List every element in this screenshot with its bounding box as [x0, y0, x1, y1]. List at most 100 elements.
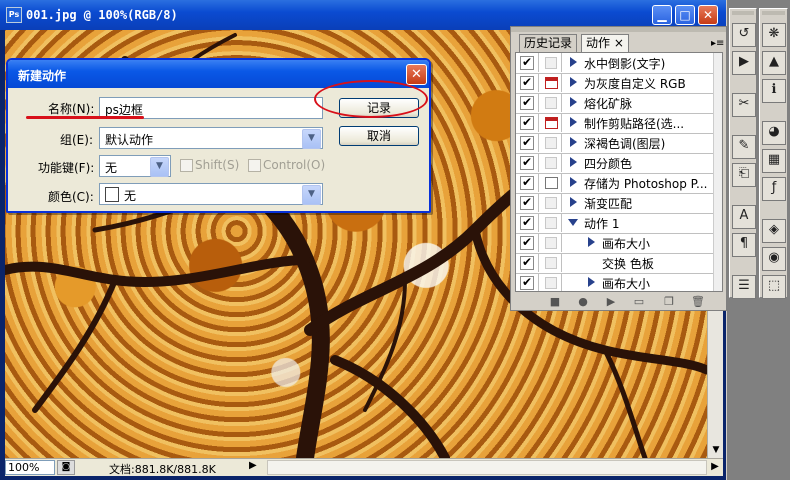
- brushes-palette-icon[interactable]: ✎: [732, 135, 756, 159]
- dialog-toggle-cell[interactable]: [539, 93, 562, 112]
- triangle-right-icon[interactable]: [570, 177, 577, 187]
- dialog-toggle-empty-icon[interactable]: [545, 257, 557, 269]
- toggle-cell[interactable]: ✔: [516, 273, 539, 291]
- maximize-button[interactable]: □: [675, 5, 695, 25]
- color-select[interactable]: 无 ▼: [99, 183, 323, 205]
- panel-menu-icon[interactable]: ▸≡: [711, 38, 724, 49]
- scroll-right-arrow-icon[interactable]: ▶: [707, 460, 723, 475]
- tab-actions[interactable]: 动作 ×: [581, 34, 629, 52]
- action-row[interactable]: ✔ 为灰度自定义 RGB: [516, 73, 722, 94]
- play-icon[interactable]: ▶: [605, 296, 617, 308]
- toggle-cell[interactable]: ✔: [516, 53, 539, 72]
- dialog-toggle-icon[interactable]: [545, 117, 558, 129]
- action-row[interactable]: ✔ 渐变匹配: [516, 193, 722, 214]
- tool-presets-icon[interactable]: ✂: [732, 93, 756, 117]
- action-row[interactable]: ✔ 深褐色调(图层): [516, 133, 722, 154]
- triangle-right-icon[interactable]: [570, 117, 577, 127]
- actions-list-scrollbar[interactable]: [713, 53, 722, 291]
- dialog-toggle-icon[interactable]: [545, 77, 558, 89]
- check-icon[interactable]: ✔: [520, 116, 534, 130]
- styles-icon[interactable]: ƒ: [762, 177, 786, 201]
- status-info-arrow-icon[interactable]: ▶: [249, 460, 257, 471]
- action-row[interactable]: ✔ 画布大小: [516, 273, 722, 291]
- dialog-toggle-cell[interactable]: [539, 53, 562, 72]
- tab-history[interactable]: 历史记录: [519, 34, 578, 52]
- document-horizontal-scrollbar[interactable]: [267, 460, 707, 475]
- chevron-down-icon[interactable]: ▼: [150, 157, 169, 177]
- check-icon[interactable]: ✔: [520, 56, 534, 70]
- history-palette-icon[interactable]: ↺: [732, 23, 756, 47]
- navigator-icon[interactable]: ❋: [762, 23, 786, 47]
- new-action-icon[interactable]: ❐: [663, 296, 675, 308]
- dialog-toggle-empty-icon[interactable]: [545, 197, 557, 209]
- toggle-cell[interactable]: ✔: [516, 113, 539, 132]
- dialog-toggle-empty-icon[interactable]: [545, 217, 557, 229]
- action-row[interactable]: ✔ 画布大小: [516, 233, 722, 254]
- dialog-toggle-cell[interactable]: [539, 213, 562, 232]
- swatches-icon[interactable]: ▦: [762, 149, 786, 173]
- check-icon[interactable]: ✔: [520, 136, 534, 150]
- dialog-toggle-empty-icon[interactable]: [545, 57, 557, 69]
- action-row[interactable]: ✔ 熔化矿脉: [516, 93, 722, 114]
- grip[interactable]: [732, 11, 754, 15]
- action-row[interactable]: ✔ 制作剪贴路径(选...: [516, 113, 722, 134]
- record-icon[interactable]: ●: [577, 296, 589, 308]
- check-icon[interactable]: ✔: [520, 256, 534, 270]
- cancel-button[interactable]: 取消: [339, 126, 419, 146]
- check-icon[interactable]: ✔: [520, 236, 534, 250]
- toggle-cell[interactable]: ✔: [516, 153, 539, 172]
- check-icon[interactable]: ✔: [520, 96, 534, 110]
- check-icon[interactable]: ✔: [520, 176, 534, 190]
- check-icon[interactable]: ✔: [520, 196, 534, 210]
- channels-icon[interactable]: ◉: [762, 247, 786, 271]
- dialog-toggle-cell[interactable]: [539, 113, 562, 132]
- dialog-close-button[interactable]: ✕: [406, 64, 427, 85]
- toggle-cell[interactable]: ✔: [516, 133, 539, 152]
- check-icon[interactable]: ✔: [520, 156, 534, 170]
- toggle-cell[interactable]: ✔: [516, 73, 539, 92]
- actions-palette-icon[interactable]: ▶: [732, 51, 756, 75]
- toggle-cell[interactable]: ✔: [516, 93, 539, 112]
- control-checkbox[interactable]: [248, 159, 261, 172]
- histogram-icon[interactable]: ▲: [762, 51, 786, 75]
- toggle-cell[interactable]: ✔: [516, 253, 539, 272]
- action-row[interactable]: ✔ 四分颜色: [516, 153, 722, 174]
- toggle-cell[interactable]: ✔: [516, 193, 539, 212]
- group-select[interactable]: 默认动作 ▼: [99, 127, 323, 149]
- status-menu-button[interactable]: ◙: [57, 460, 75, 475]
- action-row[interactable]: ✔ 存储为 Photoshop P...: [516, 173, 722, 194]
- zoom-level-field[interactable]: 100%: [5, 460, 55, 475]
- check-icon[interactable]: ✔: [520, 276, 534, 290]
- stop-icon[interactable]: ■: [549, 296, 561, 308]
- dialog-toggle-empty-icon[interactable]: [545, 237, 557, 249]
- triangle-right-icon[interactable]: [588, 237, 595, 247]
- action-row[interactable]: ✔ 交换 色板: [516, 253, 722, 274]
- dialog-toggle-empty-icon[interactable]: [545, 157, 557, 169]
- grip[interactable]: [762, 11, 785, 15]
- dialog-toggle-cell[interactable]: [539, 133, 562, 152]
- function-key-select[interactable]: 无 ▼: [99, 155, 171, 177]
- dialog-toggle-empty-icon[interactable]: [545, 97, 557, 109]
- triangle-right-icon[interactable]: [570, 197, 577, 207]
- new-set-folder-icon[interactable]: ▭: [633, 296, 645, 308]
- color-palette-icon[interactable]: ◕: [762, 121, 786, 145]
- triangle-right-icon[interactable]: [570, 97, 577, 107]
- layers-icon[interactable]: ◈: [762, 219, 786, 243]
- triangle-right-icon[interactable]: [570, 57, 577, 67]
- dialog-toggle-cell[interactable]: [539, 73, 562, 92]
- paragraph-palette-icon[interactable]: ¶: [732, 233, 756, 257]
- trash-icon[interactable]: 🗑: [691, 296, 705, 308]
- triangle-right-icon[interactable]: [570, 137, 577, 147]
- triangle-down-icon[interactable]: [568, 219, 578, 226]
- paths-icon[interactable]: ⬚: [762, 275, 786, 299]
- toggle-cell[interactable]: ✔: [516, 233, 539, 252]
- clone-source-icon[interactable]: ⎗: [732, 163, 756, 187]
- dialog-toggle-empty-icon[interactable]: [545, 137, 557, 149]
- shift-checkbox[interactable]: [180, 159, 193, 172]
- scroll-down-arrow-icon[interactable]: ▼: [708, 442, 724, 458]
- chevron-down-icon[interactable]: ▼: [302, 185, 321, 205]
- dialog-toggle-cell[interactable]: [539, 193, 562, 212]
- dialog-toggle-cell[interactable]: [539, 173, 562, 192]
- check-icon[interactable]: ✔: [520, 216, 534, 230]
- toggle-cell[interactable]: ✔: [516, 213, 539, 232]
